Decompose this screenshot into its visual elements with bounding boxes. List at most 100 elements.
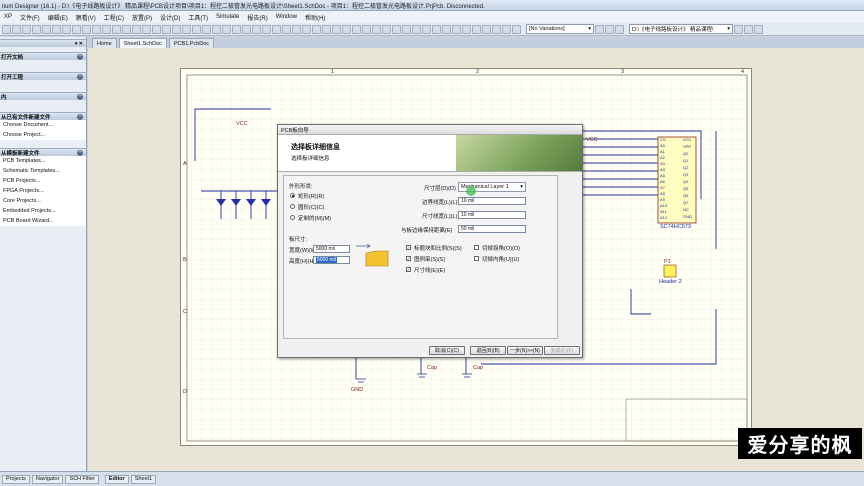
shape-circular-radio[interactable] xyxy=(290,204,295,209)
shape-rectangular-radio[interactable] xyxy=(290,193,295,198)
path-combobox[interactable]: D:\《电子线路板设计》 精品课程\ ▾ xyxy=(629,24,733,34)
legend-string-checkbox[interactable]: ✓ xyxy=(406,256,411,261)
no-erc-icon[interactable] xyxy=(222,24,231,34)
harness-icon[interactable] xyxy=(302,24,311,34)
variations-select[interactable]: [No Variations] ▾ xyxy=(526,24,594,34)
collapse-icon[interactable]: ⌃ xyxy=(77,149,83,156)
corner-cutoff-checkbox[interactable] xyxy=(474,245,479,250)
pcb-board-wizard-link[interactable]: PCB Board Wizard... xyxy=(0,216,86,226)
junction-icon[interactable] xyxy=(262,24,271,34)
save-icon[interactable] xyxy=(22,24,31,34)
width-input[interactable]: 5000 mil xyxy=(313,245,350,253)
pin-icon[interactable]: ▾ ✕ xyxy=(75,41,83,47)
schematic-templates-link[interactable]: Schematic Templates... xyxy=(0,166,86,176)
menu-edit[interactable]: 编辑(E) xyxy=(44,13,72,22)
cross-probe-icon[interactable] xyxy=(342,24,351,34)
title-block-checkbox[interactable]: ✓ xyxy=(406,245,411,250)
wire-icon[interactable] xyxy=(142,24,151,34)
home-icon[interactable] xyxy=(615,24,624,34)
redo-icon[interactable] xyxy=(132,24,141,34)
bus-entry-icon[interactable] xyxy=(332,24,341,34)
menu-window[interactable]: Window xyxy=(272,14,301,20)
section-new-from-existing[interactable]: 从已有文件新建文件 ⌃ xyxy=(0,112,86,121)
menu-simulate[interactable]: Simulate xyxy=(212,14,243,20)
snap-icon[interactable] xyxy=(392,24,401,34)
fpga-projects-link[interactable]: FPGA Projects... xyxy=(0,186,86,196)
paste-icon[interactable] xyxy=(82,24,91,34)
align-icon[interactable] xyxy=(422,24,431,34)
cancel-button[interactable]: 取消(C)(C) xyxy=(429,346,465,355)
open-file-icon[interactable] xyxy=(12,24,21,34)
variant-icon[interactable] xyxy=(595,24,604,34)
browse-icon[interactable] xyxy=(472,24,481,34)
library-icon[interactable] xyxy=(482,24,491,34)
keepout-distance-input[interactable]: 50 mil xyxy=(458,225,526,233)
tab-projects[interactable]: Projects xyxy=(2,474,30,484)
menu-help[interactable]: 帮助(H) xyxy=(301,13,329,22)
forward-icon[interactable] xyxy=(744,24,753,34)
view-icon[interactable] xyxy=(402,24,411,34)
deselect-icon[interactable] xyxy=(112,24,121,34)
choose-project-link[interactable]: Choose Project... xyxy=(0,130,86,140)
next-button[interactable]: 一步(N)>>(N) xyxy=(507,346,543,355)
tab-pcb1[interactable]: PCB1.PcbDoc xyxy=(168,38,215,48)
menu-design[interactable]: 设计(D) xyxy=(156,13,184,22)
border-width-input[interactable]: 10 mil xyxy=(458,197,526,205)
offsheet-icon[interactable] xyxy=(322,24,331,34)
copy-icon[interactable] xyxy=(72,24,81,34)
text-icon[interactable] xyxy=(272,24,281,34)
menu-xp[interactable]: XP xyxy=(0,14,16,20)
menu-project[interactable]: 工程(C) xyxy=(100,13,128,22)
collapse-icon[interactable]: ⌃ xyxy=(77,93,83,100)
collapse-icon[interactable]: ⌃ xyxy=(77,53,83,60)
design-view-icon[interactable] xyxy=(362,24,371,34)
filter-icon[interactable] xyxy=(512,24,521,34)
layer-icon[interactable] xyxy=(412,24,421,34)
back-button[interactable]: 退回(B)(B) xyxy=(470,346,506,355)
move-icon[interactable] xyxy=(102,24,111,34)
menu-reports[interactable]: 报告(R) xyxy=(243,13,271,22)
inspect-icon[interactable] xyxy=(492,24,501,34)
select-icon[interactable] xyxy=(92,24,101,34)
menu-place[interactable]: 放置(P) xyxy=(128,13,156,22)
core-projects-link[interactable]: Core Projects... xyxy=(0,196,86,206)
embedded-projects-link[interactable]: Embedded Projects... xyxy=(0,206,86,216)
annotate-icon[interactable] xyxy=(352,24,361,34)
inner-cutoff-checkbox[interactable] xyxy=(474,256,479,261)
new-file-icon[interactable] xyxy=(2,24,11,34)
height-input[interactable]: 5000 mil xyxy=(313,256,350,264)
sheet-symbol-icon[interactable] xyxy=(202,24,211,34)
net-label-icon[interactable] xyxy=(162,24,171,34)
pcb-templates-link[interactable]: PCB Templates... xyxy=(0,156,86,166)
tab-sheet1-bottom[interactable]: Sheet1 xyxy=(130,474,157,484)
tab-sheet1[interactable]: Sheet1.SchDoc xyxy=(118,38,167,48)
zoom-icon[interactable] xyxy=(42,24,51,34)
distribute-icon[interactable] xyxy=(432,24,441,34)
pcb-projects-link[interactable]: PCB Projects... xyxy=(0,176,86,186)
wizard-titlebar[interactable]: PCB板向导 xyxy=(278,125,582,135)
collapse-icon[interactable]: ⌃ xyxy=(77,73,83,80)
zoom-fit-icon[interactable] xyxy=(52,24,61,34)
bus-icon[interactable] xyxy=(152,24,161,34)
ground-port-icon[interactable] xyxy=(182,24,191,34)
undo-icon[interactable] xyxy=(122,24,131,34)
flip-icon[interactable] xyxy=(442,24,451,34)
choose-document-link[interactable]: Choose Document... xyxy=(0,120,86,130)
power-port-icon[interactable] xyxy=(172,24,181,34)
port-icon[interactable] xyxy=(212,24,221,34)
compile-icon[interactable] xyxy=(232,24,241,34)
section-open-projects[interactable]: 打开工程 ⌃ xyxy=(0,72,86,81)
rotate-icon[interactable] xyxy=(452,24,461,34)
tab-sch-filter[interactable]: SCH Filter xyxy=(65,474,99,484)
menu-view[interactable]: 察看(V) xyxy=(72,13,100,22)
section-new[interactable]: 内 ⌃ xyxy=(0,92,86,101)
part-icon[interactable] xyxy=(192,24,201,34)
tab-home[interactable]: Home xyxy=(92,38,117,48)
cut-icon[interactable] xyxy=(62,24,71,34)
signal-icon[interactable] xyxy=(312,24,321,34)
probe-icon[interactable] xyxy=(242,24,251,34)
arrow-icon[interactable] xyxy=(252,24,261,34)
shape-custom-radio[interactable] xyxy=(290,215,295,220)
tab-editor[interactable]: Editor xyxy=(104,474,129,484)
rule-icon[interactable] xyxy=(372,24,381,34)
